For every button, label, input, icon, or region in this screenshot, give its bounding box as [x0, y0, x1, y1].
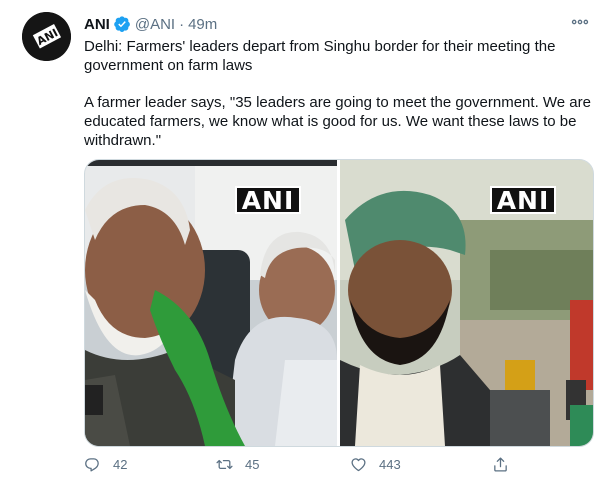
separator-dot: · — [179, 15, 185, 33]
author-name[interactable]: ANI — [84, 16, 110, 33]
verified-badge-icon — [114, 16, 130, 32]
ani-watermark: ANI — [490, 186, 556, 215]
like-button[interactable]: 443 — [350, 456, 401, 473]
tweet[interactable]: ANI ANI @ANI · 49m Delhi: Farmers' leade… — [0, 0, 603, 479]
heart-icon — [351, 458, 366, 472]
ani-logo-icon: ANI — [22, 12, 71, 61]
reply-count: 42 — [113, 457, 128, 472]
reply-icon — [85, 458, 99, 472]
timestamp[interactable]: 49m — [188, 16, 217, 33]
retweet-button[interactable]: 45 — [216, 456, 259, 473]
retweet-icon — [216, 459, 233, 470]
tweet-paragraph: A farmer leader says, "35 leaders are go… — [84, 94, 591, 149]
share-button[interactable] — [492, 456, 521, 473]
tweet-header: ANI @ANI · 49m — [84, 14, 217, 34]
media-grid: ANI ANI — [84, 159, 594, 447]
like-count: 443 — [379, 457, 401, 472]
retweet-count: 45 — [245, 457, 260, 472]
photo-right[interactable]: ANI — [340, 160, 593, 446]
tweet-paragraph: Delhi: Farmers' leaders depart from Sing… — [84, 38, 556, 74]
avatar[interactable]: ANI — [22, 12, 71, 61]
more-options-button[interactable] — [568, 12, 592, 32]
tweet-text: Delhi: Farmers' leaders depart from Sing… — [84, 37, 594, 150]
ellipsis-icon — [571, 19, 589, 25]
ani-watermark: ANI — [235, 186, 301, 215]
reply-button[interactable]: 42 — [84, 456, 127, 473]
share-icon — [494, 457, 507, 472]
tweet-actions: 42 45 443 — [84, 456, 594, 478]
author-handle[interactable]: @ANI — [135, 16, 175, 33]
photo-left[interactable]: ANI — [85, 160, 337, 446]
